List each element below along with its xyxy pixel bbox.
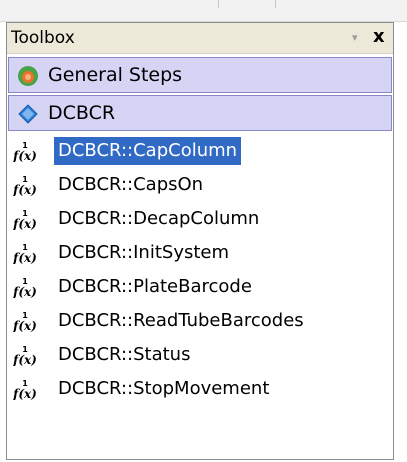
function-icon: 1 f(x) <box>13 243 37 264</box>
svg-text:f(x): f(x) <box>13 251 37 264</box>
function-icon: 1 f(x) <box>13 209 37 230</box>
toolbox-title-bar: Toolbox ▾ x <box>7 23 393 54</box>
toolbox-title: Toolbox <box>11 28 75 48</box>
window-position-dropdown-icon[interactable]: ▾ <box>352 31 358 45</box>
svg-text:f(x): f(x) <box>13 319 37 332</box>
svg-text:f(x): f(x) <box>13 217 37 230</box>
list-item[interactable]: 1 f(x) DCBCR::StopMovement <box>7 375 393 403</box>
list-item[interactable]: 1 f(x) DCBCR::PlateBarcode <box>7 273 393 301</box>
function-icon: 1 f(x) <box>13 277 37 298</box>
function-icon: 1 f(x) <box>13 311 37 332</box>
function-icon: 1 f(x) <box>13 345 37 366</box>
list-item[interactable]: 1 f(x) DCBCR::DecapColumn <box>7 205 393 233</box>
list-item-label: DCBCR::CapColumn <box>54 137 242 165</box>
list-item-label: DCBCR::CapsOn <box>58 174 204 195</box>
list-item[interactable]: 1 f(x) DCBCR::ReadTubeBarcodes <box>7 307 393 335</box>
list-item-label: DCBCR::InitSystem <box>58 242 230 263</box>
divider <box>275 0 276 8</box>
list-item-label: DCBCR::PlateBarcode <box>58 276 252 297</box>
list-item[interactable]: 1 f(x) DCBCR::InitSystem <box>7 239 393 267</box>
divider <box>218 0 219 8</box>
close-icon[interactable]: x <box>373 28 385 46</box>
function-icon: 1 f(x) <box>13 141 37 162</box>
category-general-steps[interactable]: General Steps <box>8 57 392 93</box>
function-icon: 1 f(x) <box>13 175 37 196</box>
svg-text:f(x): f(x) <box>13 285 37 298</box>
svg-text:f(x): f(x) <box>13 183 37 196</box>
function-icon: 1 f(x) <box>13 379 37 400</box>
svg-text:f(x): f(x) <box>13 353 37 366</box>
list-item[interactable]: 1 f(x) DCBCR::CapColumn <box>7 137 393 165</box>
category-label: DCBCR <box>48 102 116 124</box>
diamond-icon <box>18 104 38 124</box>
toolbox-panel: Toolbox ▾ x General Steps DCBCR 1 f(x) D… <box>6 22 394 460</box>
list-item[interactable]: 1 f(x) DCBCR::Status <box>7 341 393 369</box>
top-strip <box>0 0 407 22</box>
list-item-label: DCBCR::DecapColumn <box>58 208 260 229</box>
category-label: General Steps <box>48 64 183 86</box>
list-item-label: DCBCR::StopMovement <box>58 378 270 399</box>
category-dcbcr[interactable]: DCBCR <box>8 95 392 131</box>
general-steps-icon <box>18 66 38 86</box>
list-item[interactable]: 1 f(x) DCBCR::CapsOn <box>7 171 393 199</box>
svg-text:f(x): f(x) <box>13 387 37 400</box>
svg-text:f(x): f(x) <box>13 149 37 162</box>
list-item-label: DCBCR::ReadTubeBarcodes <box>58 310 304 331</box>
list-item-label: DCBCR::Status <box>58 344 191 365</box>
